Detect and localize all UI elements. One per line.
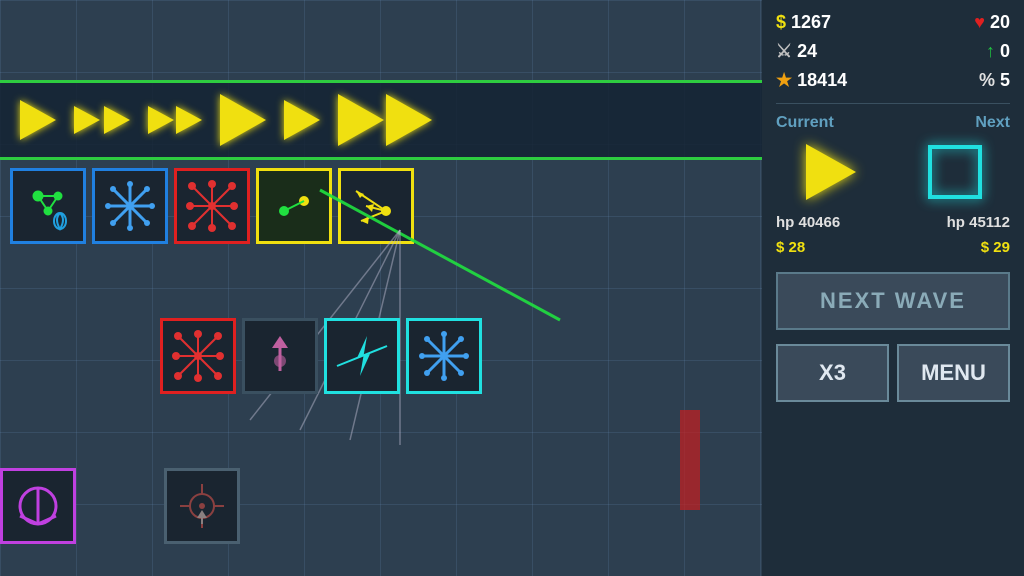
- price-row: $ 28 $ 29: [776, 239, 1010, 256]
- next-price: $ 29: [981, 239, 1010, 256]
- tower-arrow[interactable]: [338, 168, 414, 244]
- enemy-5: [284, 100, 320, 140]
- current-enemy-preview: [806, 144, 856, 200]
- tower-crosshair[interactable]: [164, 468, 240, 544]
- next-wave-button[interactable]: NEXT WAVE: [776, 272, 1010, 330]
- tower-water[interactable]: [10, 168, 86, 244]
- arrow-icon: ↑: [986, 41, 995, 62]
- arrow-stat: ↑ 0: [986, 41, 1010, 62]
- x3-button[interactable]: X3: [776, 344, 889, 402]
- tower-chain[interactable]: [256, 168, 332, 244]
- enemy-6: [338, 94, 432, 146]
- tower-freeze[interactable]: [92, 168, 168, 244]
- percent-icon: %: [979, 70, 995, 91]
- next-enemy-preview: [928, 145, 982, 199]
- heart-icon: ♥: [974, 12, 985, 33]
- stats-row-1: $ 1267 ♥ 20: [776, 12, 1010, 33]
- next-hp: hp 45112: [947, 214, 1010, 231]
- stats-row-3: ★ 18414 % 5: [776, 70, 1010, 91]
- tower-row-1: [10, 168, 414, 244]
- enemy-4: [220, 94, 266, 146]
- star-stat: ★ 18414: [776, 70, 847, 91]
- spacer-1: [82, 468, 158, 544]
- next-label: Next: [975, 114, 1010, 132]
- game-area: [0, 0, 762, 576]
- divider-1: [776, 103, 1010, 104]
- enemy-preview-row: [776, 144, 1010, 200]
- sword-value: 24: [797, 41, 817, 62]
- tower-peace[interactable]: [0, 468, 76, 544]
- menu-button[interactable]: MENU: [897, 344, 1010, 402]
- star-value: 18414: [797, 70, 847, 91]
- tower-burst-2[interactable]: [160, 318, 236, 394]
- enemy-1: [20, 100, 56, 140]
- tower-row-3: [0, 468, 240, 544]
- sword-stat: ⚔ 24: [776, 41, 817, 62]
- current-next-labels: Current Next: [776, 114, 1010, 132]
- money-stat: $ 1267: [776, 12, 831, 33]
- current-label: Current: [776, 114, 834, 132]
- enemy-2: [74, 106, 130, 134]
- hearts-value: 20: [990, 12, 1010, 33]
- arrow-value: 0: [1000, 41, 1010, 62]
- hearts-stat: ♥ 20: [974, 12, 1010, 33]
- current-price: $ 28: [776, 239, 805, 256]
- tower-row-2: [160, 318, 482, 394]
- stats-row-2: ⚔ 24 ↑ 0: [776, 41, 1010, 62]
- health-bar: [680, 410, 700, 510]
- tower-lightning[interactable]: [324, 318, 400, 394]
- dollar-icon: $: [776, 12, 786, 33]
- enemy-path: [0, 80, 762, 160]
- percent-value: 5: [1000, 70, 1010, 91]
- hp-price-row: hp 40466 hp 45112: [776, 214, 1010, 231]
- percent-stat: % 5: [979, 70, 1010, 91]
- tower-empty-1[interactable]: [242, 318, 318, 394]
- enemy-3: [148, 106, 202, 134]
- bottom-buttons: X3 MENU: [776, 344, 1010, 402]
- tower-freeze-2[interactable]: [406, 318, 482, 394]
- money-value: 1267: [791, 12, 831, 33]
- right-panel: $ 1267 ♥ 20 ⚔ 24 ↑ 0 ★ 18414 % 5 Current: [762, 0, 1024, 576]
- sword-icon: ⚔: [776, 41, 792, 62]
- tower-splash[interactable]: [174, 168, 250, 244]
- current-hp: hp 40466: [776, 214, 840, 231]
- star-icon: ★: [776, 70, 792, 91]
